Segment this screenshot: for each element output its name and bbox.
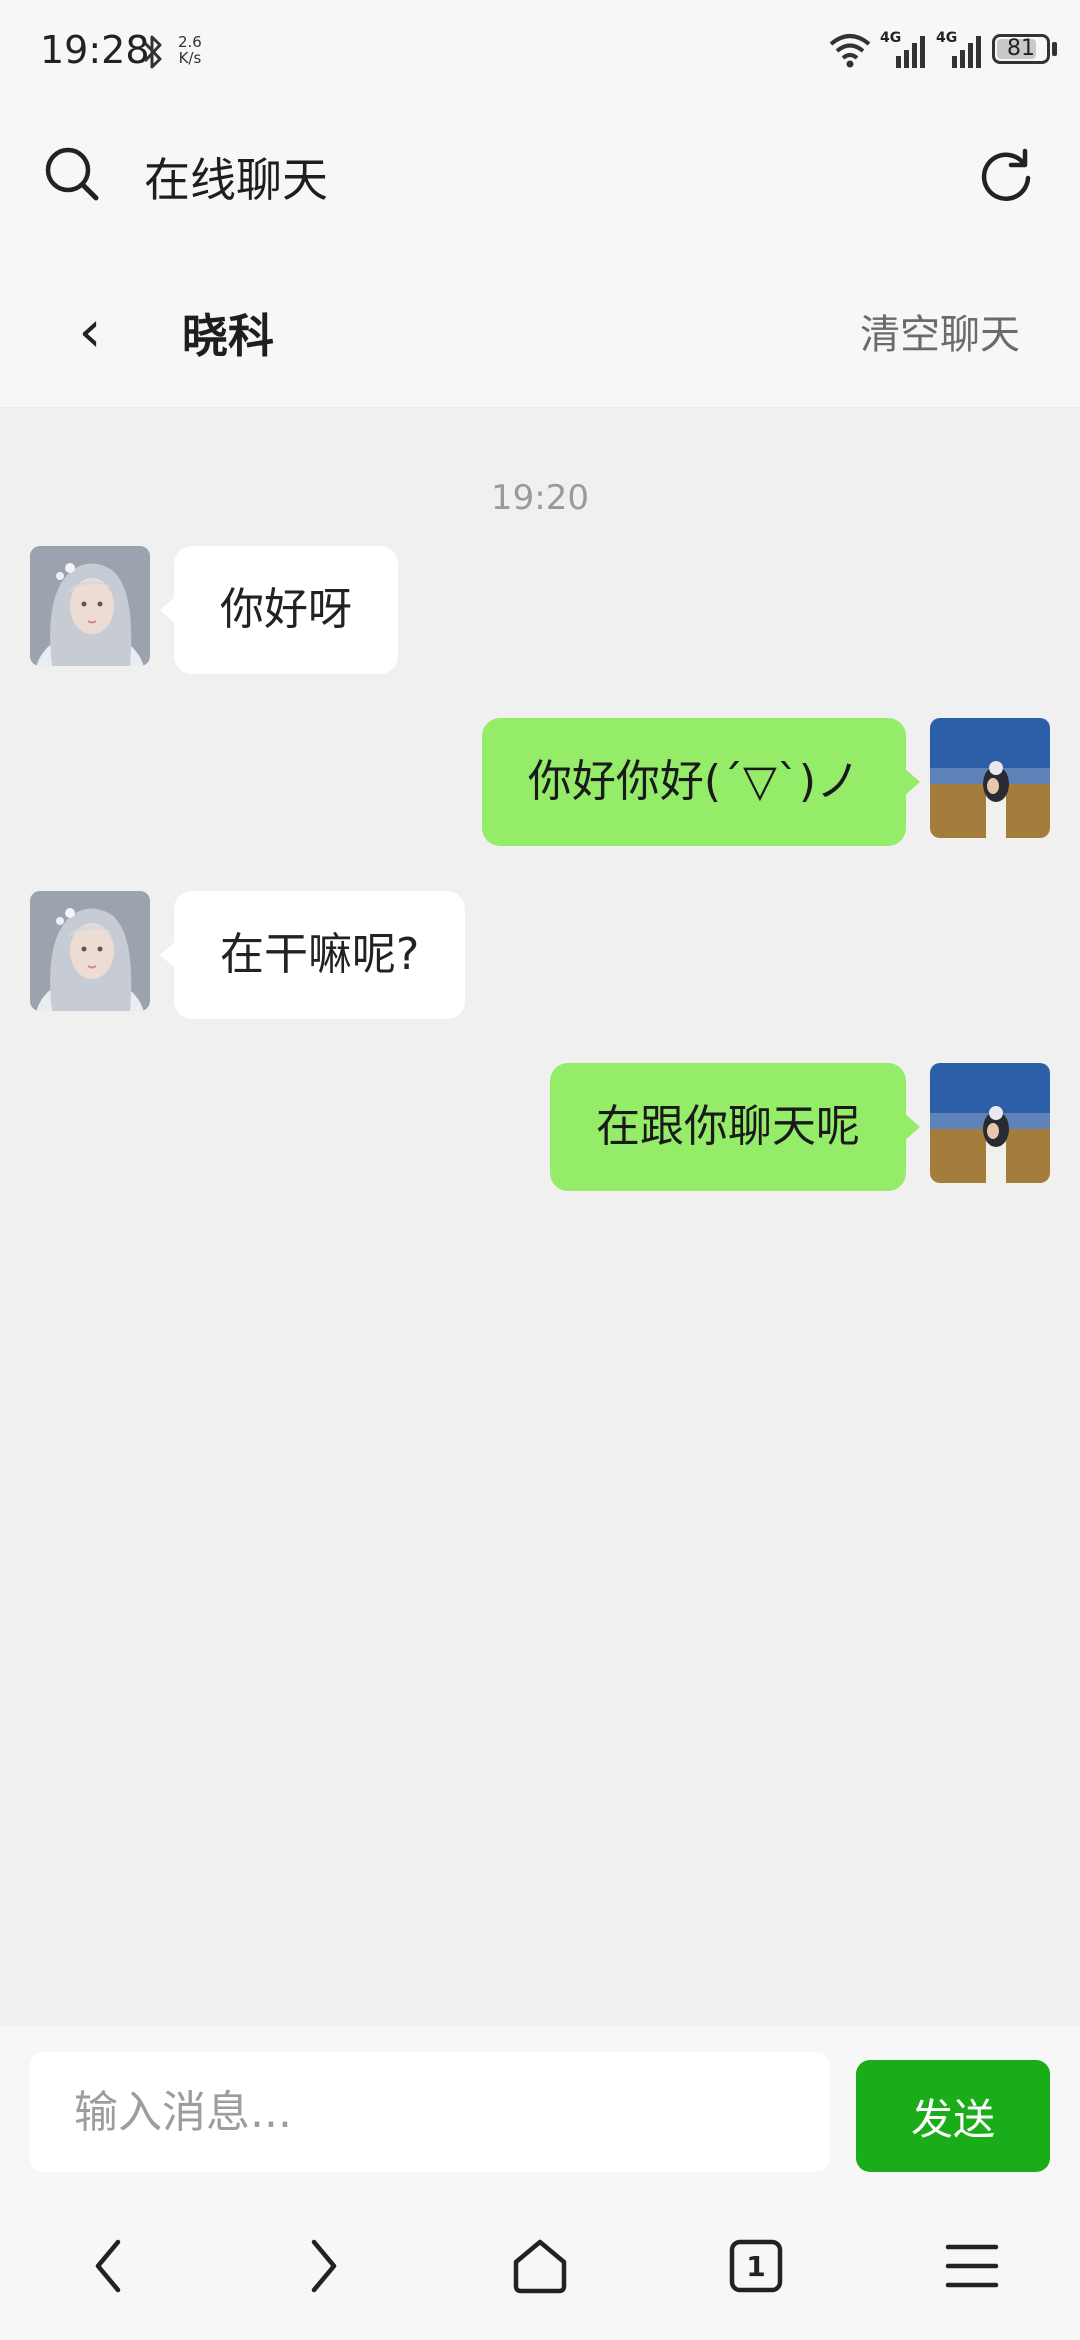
search-icon[interactable]	[42, 144, 102, 204]
chat-page: 19:28 2.6 K/s 4G 4G 81 在线聊天 ‹ 晓科 清空聊天 19…	[0, 0, 1080, 2340]
user-avatar[interactable]	[930, 1063, 1050, 1183]
home-icon	[513, 2239, 567, 2294]
nav-home-button[interactable]	[500, 2226, 580, 2306]
clear-chat-button[interactable]: 清空聊天	[860, 302, 1020, 360]
wifi-icon	[829, 34, 871, 68]
refresh-icon[interactable]	[976, 144, 1036, 204]
back-icon	[95, 2239, 121, 2293]
message-list[interactable]: 19:20 你好呀 你好你好(´▽`)ノ 在干嘛呢? 在跟你聊天呢	[0, 408, 1080, 2026]
contact-name: 晓科	[182, 309, 274, 363]
contact-avatar[interactable]	[30, 546, 150, 666]
back-button[interactable]: ‹	[60, 296, 120, 366]
status-time: 19:28	[40, 28, 150, 72]
battery-level: 81	[1007, 36, 1035, 61]
sent-message-bubble[interactable]: 在跟你聊天呢	[550, 1063, 920, 1191]
received-message-bubble[interactable]: 在干嘛呢?	[159, 891, 466, 1019]
tab-count: 1	[746, 2249, 766, 2283]
page-title: 在线聊天	[144, 153, 328, 207]
forward-icon	[311, 2239, 337, 2293]
cellular-signal-icon: 4G	[936, 30, 984, 70]
network-speed-unit: K/s	[178, 49, 202, 67]
chat-header: ‹ 晓科 清空聊天	[0, 250, 1080, 408]
message-timestamp: 19:20	[491, 478, 589, 518]
nav-menu-button[interactable]	[932, 2226, 1012, 2306]
battery-tip	[1052, 42, 1057, 56]
network-speed: 2.6 K/s	[178, 34, 202, 66]
menu-icon	[945, 2244, 999, 2288]
nav-back-button[interactable]	[68, 2226, 148, 2306]
network-speed-value: 2.6	[178, 33, 202, 51]
cellular-signal-icon: 4G	[880, 30, 928, 70]
nav-forward-button[interactable]	[284, 2226, 364, 2306]
message-input-bar: 发送	[0, 2026, 1080, 2190]
browser-bottom-nav: 1	[0, 2190, 1080, 2340]
user-avatar[interactable]	[930, 718, 1050, 838]
browser-bar: 在线聊天	[0, 100, 1080, 250]
received-message-bubble[interactable]: 你好呀	[160, 546, 398, 674]
nav-tabs-button[interactable]: 1	[716, 2226, 796, 2306]
bluetooth-icon	[143, 35, 162, 69]
sent-message-bubble[interactable]: 你好你好(´▽`)ノ	[481, 718, 921, 846]
status-bar: 19:28 2.6 K/s 4G 4G 81	[0, 0, 1080, 100]
battery-icon: 81	[992, 34, 1050, 64]
contact-avatar[interactable]	[30, 891, 150, 1011]
send-button[interactable]: 发送	[856, 2060, 1050, 2172]
message-input[interactable]	[30, 2052, 830, 2172]
